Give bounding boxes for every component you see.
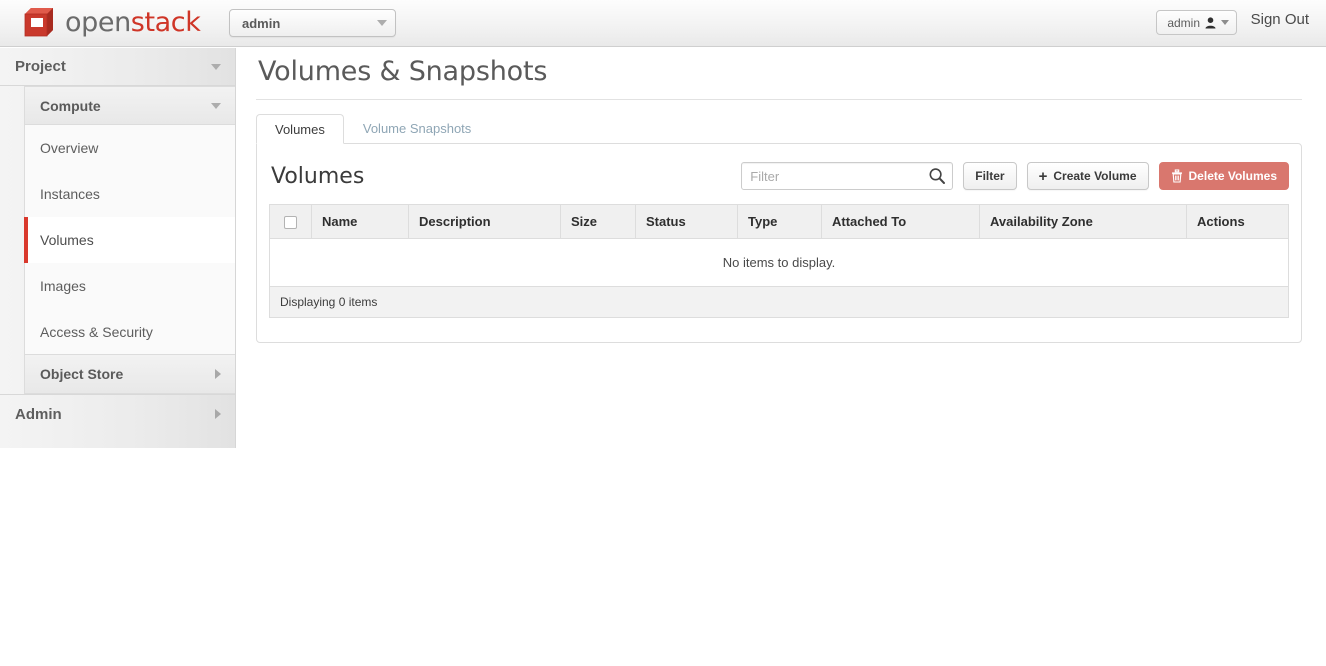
table-toolbar: Volumes Filter + Create Volume [269, 156, 1289, 204]
chevron-right-icon [215, 409, 221, 419]
sidebar-item-label: Access & Security [40, 323, 153, 340]
table-title: Volumes [271, 163, 365, 189]
column-header-attached-to[interactable]: Attached To [821, 203, 980, 240]
tab-label: Volumes [275, 121, 325, 137]
tab-bar: Volumes Volume Snapshots [256, 113, 1302, 144]
delete-volumes-button[interactable]: Delete Volumes [1158, 162, 1289, 190]
trash-icon [1171, 169, 1182, 183]
chevron-down-icon [377, 20, 387, 26]
volumes-table: Name Description Size Status Type Attach… [269, 203, 1289, 288]
user-menu-label: admin [1167, 15, 1200, 30]
brand-wordmark: openstack [65, 6, 201, 38]
sidebar-section-admin-label: Admin [15, 405, 62, 423]
sidebar-item-label: Overview [40, 140, 99, 156]
brand-open-text: open [65, 6, 131, 38]
column-header-description[interactable]: Description [408, 203, 561, 240]
page-title: Volumes & Snapshots [258, 56, 548, 87]
sidebar-item-instances[interactable]: Instances [25, 171, 235, 217]
sidebar-item-label: Volumes [40, 232, 94, 248]
delete-volumes-button-label: Delete Volumes [1188, 169, 1277, 183]
user-menu-button[interactable]: admin [1156, 10, 1237, 35]
openstack-brand[interactable]: openstack [22, 5, 201, 39]
openstack-cube-icon [24, 8, 53, 37]
brand-stack-text: stack [130, 6, 201, 38]
column-header-availability-zone[interactable]: Availability Zone [979, 203, 1187, 240]
column-header-type[interactable]: Type [737, 203, 822, 240]
sidebar-group-compute-header[interactable]: Compute [25, 87, 235, 125]
title-divider [256, 99, 1302, 100]
table-header-row: Name Description Size Status Type Attach… [269, 203, 1289, 240]
column-header-size[interactable]: Size [560, 203, 636, 240]
sidebar-item-overview[interactable]: Overview [25, 125, 235, 171]
sidebar-item-label: Instances [40, 186, 100, 202]
select-all-header [269, 203, 312, 240]
column-header-status[interactable]: Status [635, 203, 738, 240]
chevron-right-icon [215, 369, 221, 379]
sidebar-section-project-label: Project [15, 58, 66, 75]
main-content: Volumes & Snapshots Volumes Volume Snaps… [256, 48, 1302, 344]
sidebar-item-volumes[interactable]: Volumes [24, 217, 235, 263]
table-empty-row: No items to display. [269, 238, 1289, 288]
tab-volume-snapshots[interactable]: Volume Snapshots [344, 113, 490, 143]
top-header-bar: openstack admin admin Sign Out [0, 0, 1326, 47]
empty-message: No items to display. [269, 238, 1289, 288]
column-header-actions: Actions [1186, 203, 1289, 240]
volumes-panel: Volumes Filter + Create Volume [256, 143, 1302, 344]
filter-button-label: Filter [975, 169, 1005, 183]
sidebar-group-compute-label: Compute [40, 97, 101, 114]
chevron-down-icon [1221, 20, 1229, 25]
filter-field-wrapper [741, 162, 954, 190]
chevron-down-icon [211, 63, 221, 70]
sidebar: Project Compute Overview Instances Volum… [0, 48, 236, 448]
sidebar-group-compute: Compute Overview Instances Volumes Image… [24, 86, 235, 394]
plus-icon: + [1038, 167, 1048, 185]
sidebar-item-access-security[interactable]: Access & Security [25, 309, 235, 355]
sidebar-item-label: Images [40, 278, 86, 294]
sidebar-section-admin[interactable]: Admin [0, 394, 235, 433]
create-volume-button[interactable]: + Create Volume [1026, 162, 1149, 190]
sidebar-section-project[interactable]: Project [0, 48, 235, 86]
filter-button[interactable]: Filter [963, 162, 1017, 190]
sidebar-item-images[interactable]: Images [25, 263, 235, 309]
chevron-down-icon [211, 102, 221, 109]
sidebar-group-object-store[interactable]: Object Store [25, 355, 235, 393]
table-footer: Displaying 0 items [269, 287, 1289, 319]
tab-volumes[interactable]: Volumes [256, 114, 344, 144]
search-input[interactable] [741, 162, 954, 190]
select-all-checkbox[interactable] [284, 216, 297, 230]
tenant-selector[interactable]: admin [229, 9, 396, 37]
tenant-selector-label: admin [242, 15, 281, 31]
sign-out-link[interactable]: Sign Out [1251, 11, 1309, 28]
sidebar-group-object-store-label: Object Store [40, 366, 124, 382]
column-header-name[interactable]: Name [311, 203, 409, 240]
tab-label: Volume Snapshots [362, 120, 472, 136]
create-volume-button-label: Create Volume [1053, 169, 1137, 183]
user-silhouette-icon [1205, 16, 1216, 28]
